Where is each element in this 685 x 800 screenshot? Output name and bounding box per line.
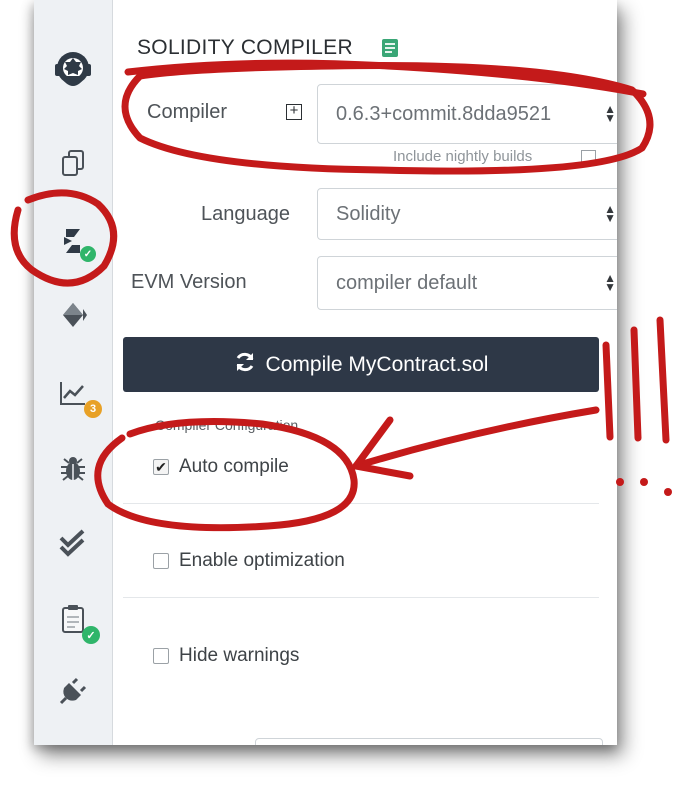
file-explorer-icon[interactable]	[34, 140, 112, 186]
exclamation-stroke-mark	[656, 316, 670, 444]
evm-version-label: EVM Version	[131, 271, 247, 293]
contract-select[interactable]	[255, 738, 603, 745]
tests-icon[interactable]: ✓	[34, 596, 112, 644]
compile-section: Compile MyContract.sol Compiler Configur…	[113, 325, 617, 745]
compile-button-label: Compile MyContract.sol	[265, 352, 489, 376]
hide-warnings-option[interactable]: Hide warnings	[153, 645, 299, 667]
deploy-run-icon[interactable]	[34, 292, 112, 338]
icon-sidebar: ✓ 3 ✓	[34, 0, 113, 745]
select-arrows-icon: ▲ ▼	[604, 202, 616, 225]
remix-logo-icon[interactable]	[34, 42, 112, 102]
auto-compile-checkbox[interactable]: ✔	[153, 459, 169, 475]
compiler-version-select[interactable]: 0.6.3+commit.8dda9521 ▲ ▼	[317, 84, 617, 144]
auto-compile-option[interactable]: ✔ Auto compile	[153, 456, 289, 478]
compiler-panel: SOLIDITY COMPILER Compiler + 0.6.3+commi…	[113, 0, 617, 745]
divider	[123, 503, 599, 504]
config-heading: Compiler Configuration	[155, 417, 299, 433]
optimization-checkbox[interactable]	[153, 553, 169, 569]
language-label: Language	[201, 203, 290, 225]
select-arrows-icon: ▲ ▼	[604, 102, 616, 125]
compile-button[interactable]: Compile MyContract.sol	[123, 337, 599, 392]
hide-warnings-checkbox[interactable]	[153, 648, 169, 664]
hide-warnings-label: Hide warnings	[179, 645, 300, 666]
compiler-label: Compiler	[147, 101, 228, 123]
select-arrows-icon: ▲ ▼	[604, 271, 616, 294]
debugger-icon[interactable]	[34, 446, 112, 492]
auto-compile-label: Auto compile	[179, 456, 289, 477]
compiler-version-value: 0.6.3+commit.8dda9521	[336, 102, 552, 125]
unit-testing-icon[interactable]	[34, 520, 112, 566]
analysis-badge: 3	[84, 400, 102, 418]
documentation-icon[interactable]	[381, 38, 399, 63]
divider	[123, 597, 599, 598]
language-select[interactable]: Solidity ▲ ▼	[317, 188, 617, 240]
exclamation-stroke-mark	[630, 326, 642, 442]
evm-version-select[interactable]: compiler default ▲ ▼	[317, 256, 617, 310]
exclamation-dot-mark	[616, 478, 624, 486]
exclamation-dot-mark	[664, 488, 672, 496]
tests-check-badge: ✓	[82, 626, 100, 644]
panel-title: SOLIDITY COMPILER	[137, 36, 353, 59]
remix-window: ✓ 3 ✓ SOLIDITY COMPILER Compiler + 0.6.3…	[34, 0, 617, 745]
optimization-label: Enable optimization	[179, 550, 345, 571]
nightly-builds-label: Include nightly builds	[393, 148, 533, 165]
nightly-builds-checkbox[interactable]	[581, 150, 596, 165]
compiled-check-badge: ✓	[80, 246, 96, 262]
optimization-option[interactable]: Enable optimization	[153, 550, 345, 572]
solidity-compiler-icon[interactable]: ✓	[34, 218, 112, 264]
analysis-icon[interactable]: 3	[34, 370, 112, 418]
plugin-manager-icon[interactable]	[34, 668, 112, 714]
exclamation-dot-mark	[640, 478, 648, 486]
language-value: Solidity	[336, 202, 401, 225]
expand-compiler-icon[interactable]: +	[286, 103, 302, 120]
refresh-icon	[234, 351, 256, 379]
evm-version-value: compiler default	[336, 271, 478, 294]
